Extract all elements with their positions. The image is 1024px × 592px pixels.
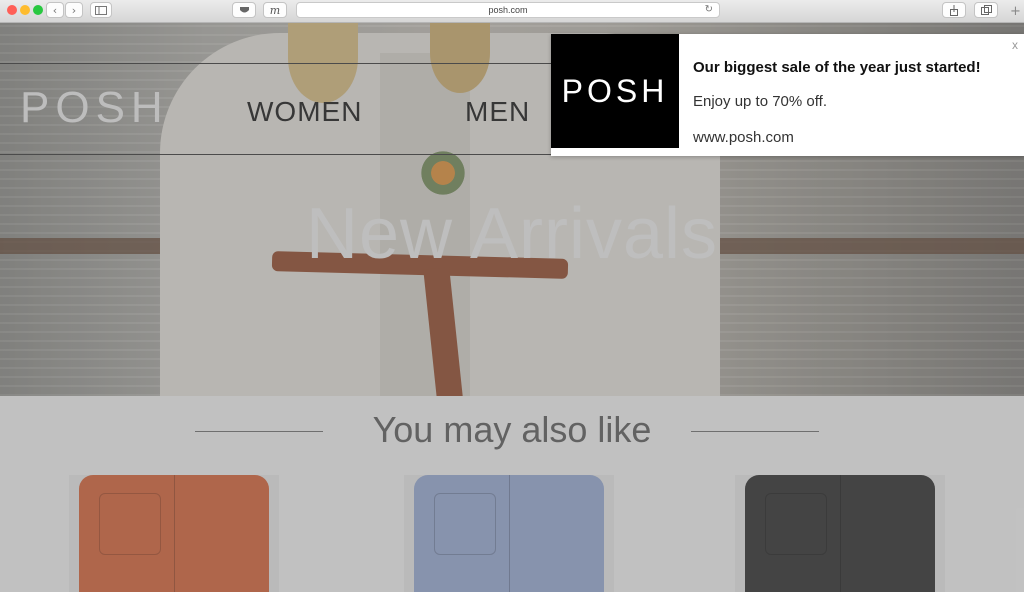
notification-title: Our biggest sale of the year just starte… (693, 59, 981, 76)
zoom-window-button[interactable] (33, 5, 43, 15)
reload-icon[interactable]: ↻ (705, 3, 713, 17)
close-window-button[interactable] (7, 5, 17, 15)
sidebar-icon (95, 5, 107, 15)
notification-link[interactable]: www.posh.com (693, 129, 794, 146)
chevron-left-icon: ‹ (52, 3, 58, 17)
pocket-icon (239, 6, 249, 12)
plus-icon[interactable]: + (1010, 4, 1021, 19)
address-bar[interactable]: posh.com ↻ (296, 2, 720, 18)
notification-popup[interactable]: POSH Our biggest sale of the year just s… (551, 34, 1024, 156)
minimize-window-button[interactable] (20, 5, 30, 15)
forward-button[interactable]: › (65, 2, 83, 18)
url-text: posh.com (488, 5, 528, 15)
back-button[interactable]: ‹ (46, 2, 64, 18)
notification-body: Enjoy up to 70% off. (693, 93, 827, 110)
chevron-right-icon: › (71, 3, 77, 17)
tabs-icon (980, 5, 992, 15)
m-extension-button[interactable]: m (263, 2, 287, 18)
share-button[interactable] (942, 2, 966, 18)
browser-toolbar: ‹ › m posh.com ↻ + (0, 0, 1024, 23)
pocket-button[interactable] (232, 2, 256, 18)
notification-logo: POSH (551, 34, 679, 148)
m-extension-icon: m (269, 3, 281, 17)
sidebar-button[interactable] (90, 2, 112, 18)
share-icon (950, 4, 958, 16)
close-icon[interactable]: x (1012, 38, 1018, 52)
tabs-button[interactable] (974, 2, 998, 18)
